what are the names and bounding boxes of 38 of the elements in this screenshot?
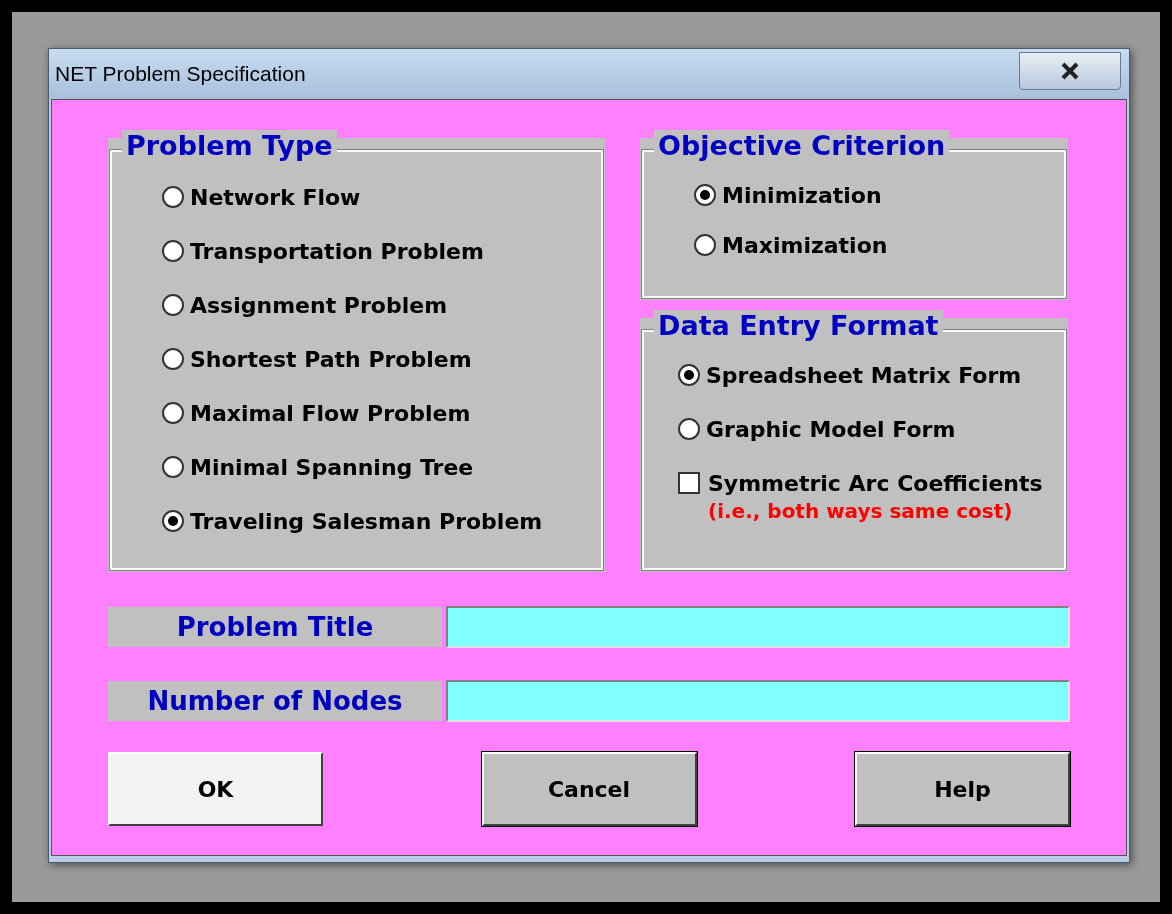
radio-button[interactable] xyxy=(162,294,184,316)
group-title: Data Entry Format xyxy=(654,310,943,342)
option-label: Spreadsheet Matrix Form xyxy=(706,361,1022,390)
dialog-button[interactable]: Cancel xyxy=(481,752,697,826)
checkbox[interactable] xyxy=(678,472,700,494)
radio-button[interactable] xyxy=(162,510,184,532)
radio-button[interactable] xyxy=(162,456,184,478)
input-field[interactable] xyxy=(446,606,1070,648)
checkbox-label: Symmetric Arc Coefficients xyxy=(708,470,1043,498)
option-label: Transportation Problem xyxy=(190,237,484,266)
radio-button[interactable] xyxy=(162,240,184,262)
radio-button[interactable] xyxy=(162,348,184,370)
radio-button[interactable] xyxy=(678,364,700,386)
radio-button[interactable] xyxy=(162,186,184,208)
option-label: Assignment Problem xyxy=(190,291,448,320)
radio-button[interactable] xyxy=(162,402,184,424)
option-label: Traveling Salesman Problem xyxy=(190,507,543,536)
field-label: Problem Title xyxy=(108,607,442,647)
radio-button[interactable] xyxy=(678,418,700,440)
close-icon xyxy=(1060,62,1080,80)
option-label: Minimization xyxy=(722,181,882,210)
group-title: Objective Criterion xyxy=(654,130,950,162)
option-label: Graphic Model Form xyxy=(706,415,956,444)
radio-button[interactable] xyxy=(694,184,716,206)
group-title: Problem Type xyxy=(122,130,337,162)
dialog-button[interactable]: OK xyxy=(108,752,323,826)
note-text: (i.e., both ways same cost) xyxy=(708,498,1014,524)
option-label: Shortest Path Problem xyxy=(190,345,472,374)
window-title: NET Problem Specification xyxy=(55,61,306,88)
option-label: Maximal Flow Problem xyxy=(190,399,471,428)
option-label: Minimal Spanning Tree xyxy=(190,453,474,482)
dialog-button[interactable]: Help xyxy=(855,752,1070,826)
field-label: Number of Nodes xyxy=(108,681,442,721)
option-label: Network Flow xyxy=(190,183,361,212)
option-label: Maximization xyxy=(722,231,888,260)
close-button[interactable] xyxy=(1019,52,1121,90)
radio-button[interactable] xyxy=(694,234,716,256)
input-field[interactable] xyxy=(446,680,1070,722)
